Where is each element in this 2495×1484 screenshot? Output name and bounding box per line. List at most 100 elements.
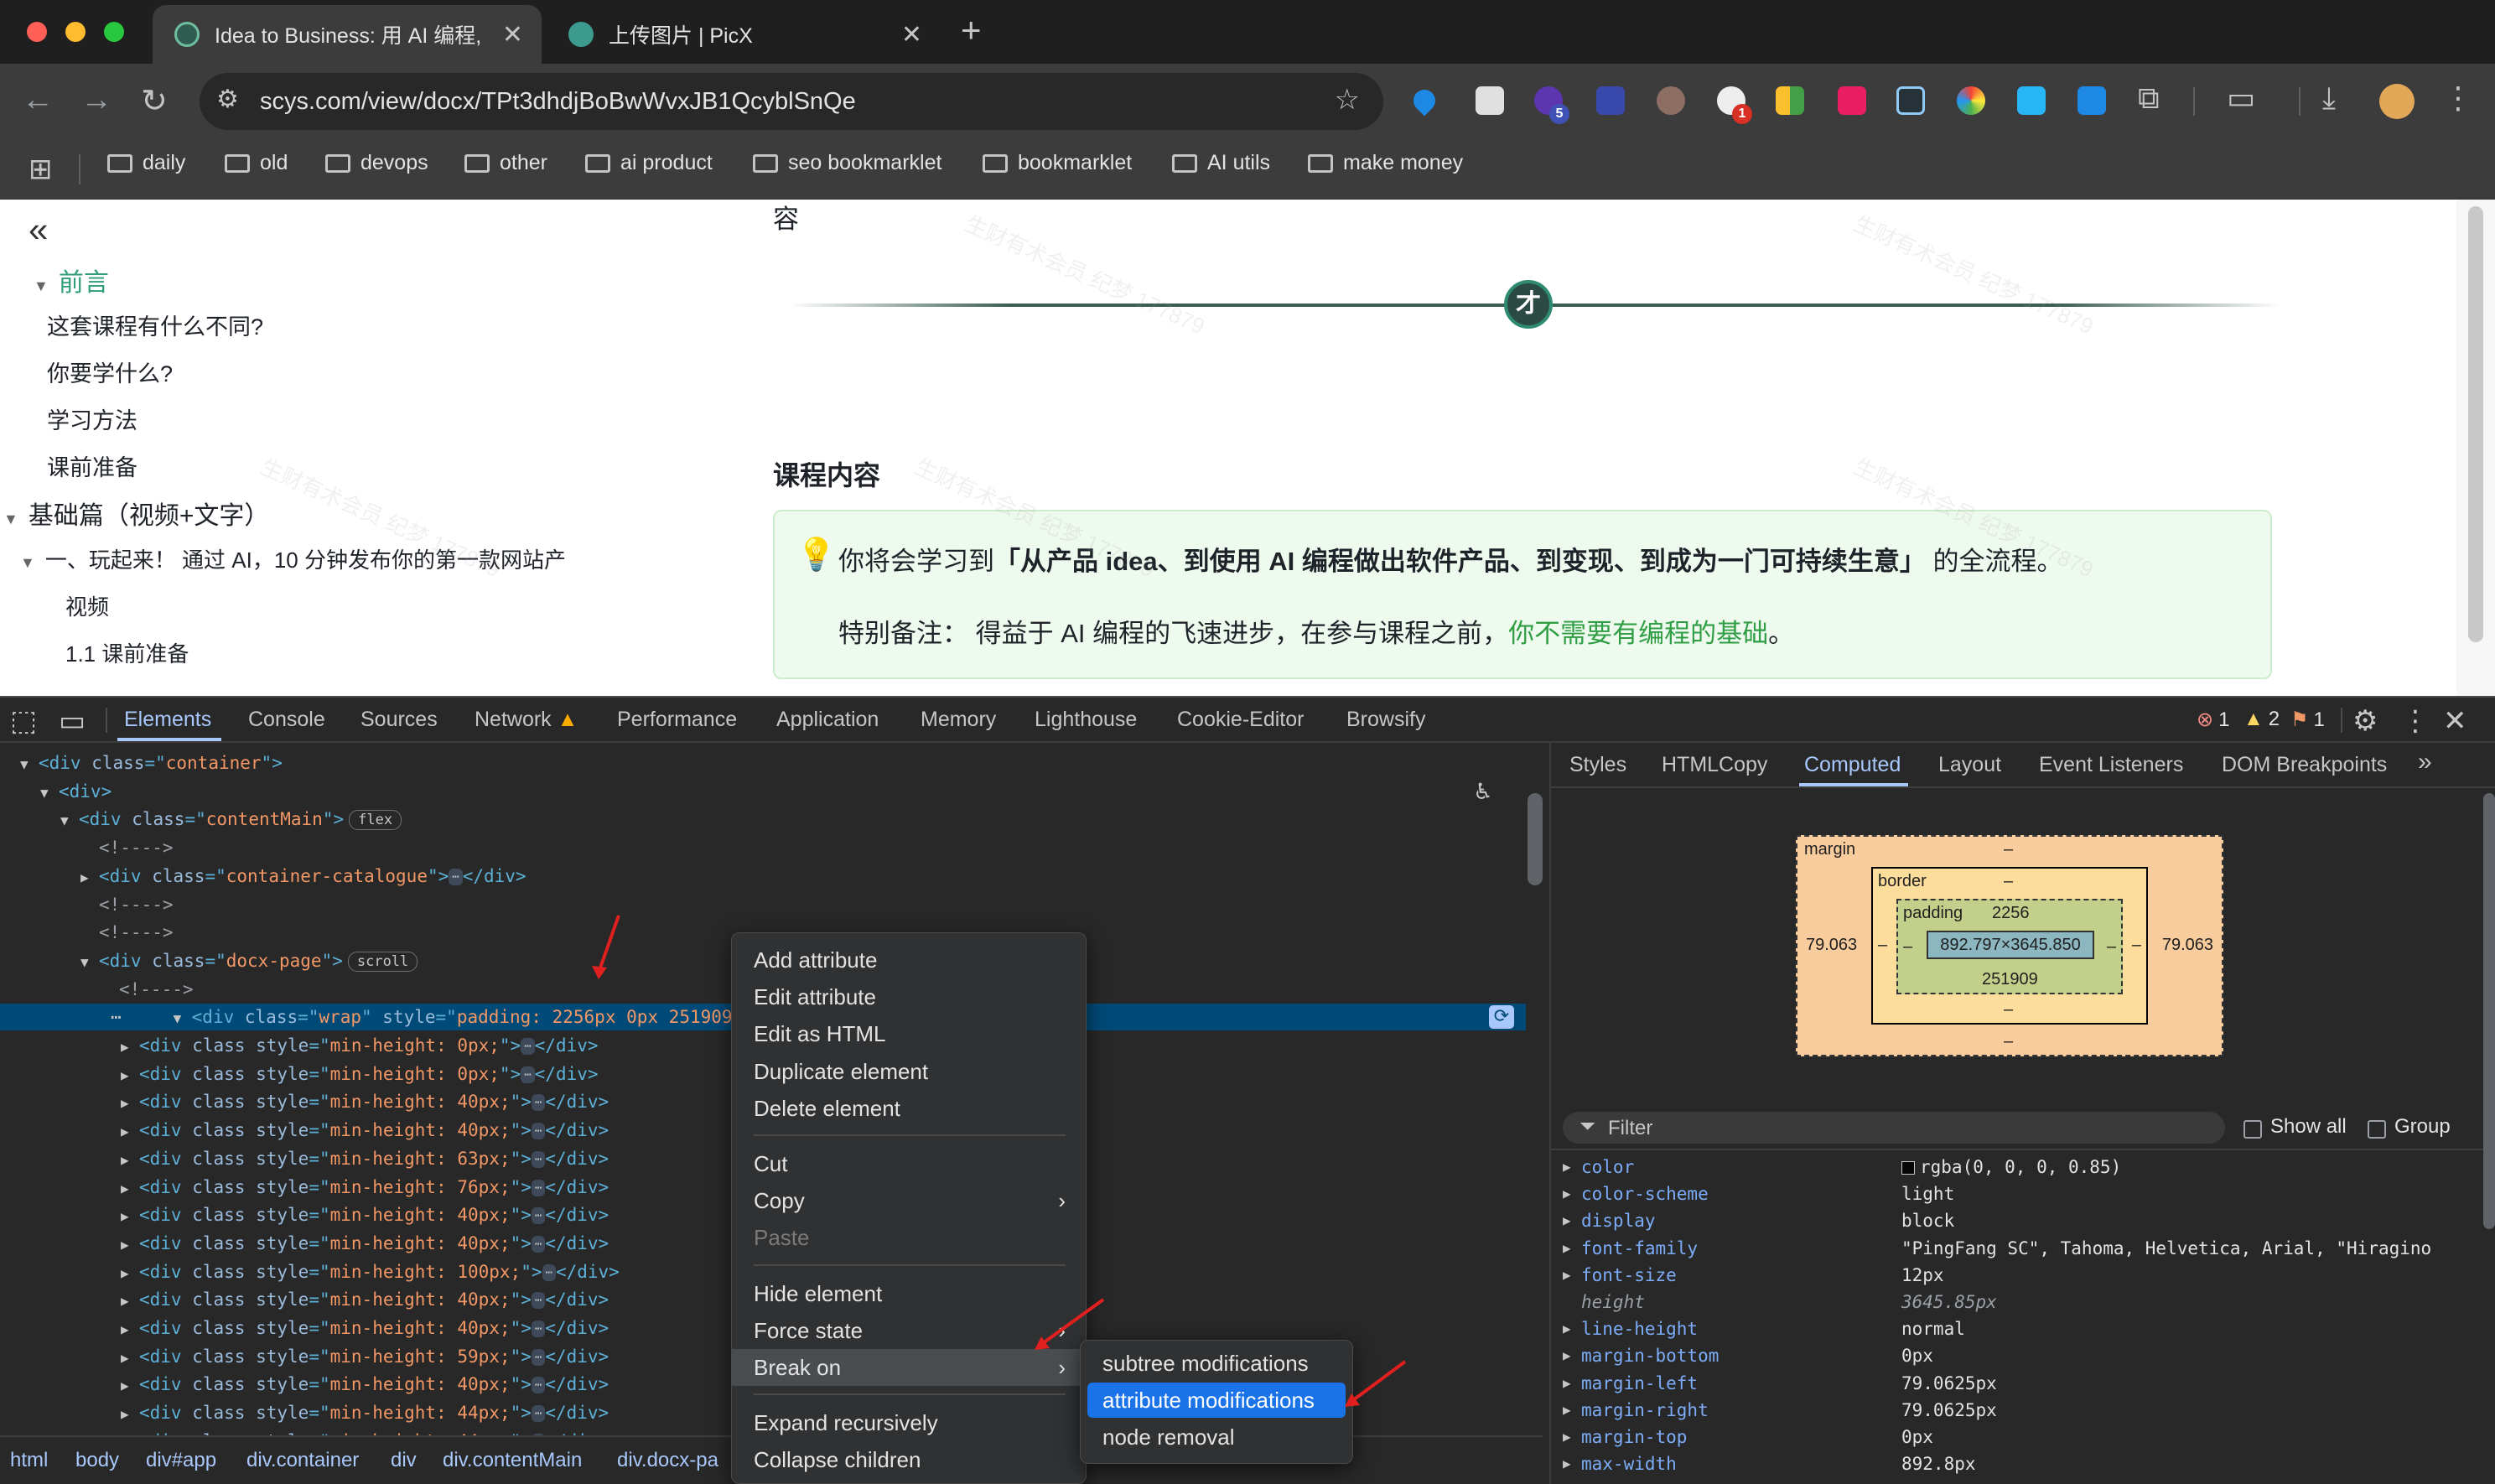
bookmark-folder[interactable]: ai product [585,151,713,175]
collapsed-ellipsis[interactable]: ⋯ [531,1292,546,1310]
tab-cookie-editor[interactable]: Cookie-Editor [1177,708,1304,732]
warning-count[interactable]: ▲ 2 [2243,708,2280,731]
expand-caret-icon[interactable]: ▶ [1563,1397,1571,1424]
dom-node-row[interactable]: ▶<div class style="min-height: 44px;">⋯<… [121,1428,609,1435]
forward-icon[interactable]: → [80,82,112,118]
collapse-caret-icon[interactable]: ▶ [121,1401,139,1428]
reading-list-icon[interactable]: ▭ [2227,80,2255,116]
color-swatch[interactable] [1901,1161,1915,1175]
apps-grid-icon[interactable]: ⊞ [29,153,53,186]
more-dots-icon[interactable]: ⋯ [111,1007,122,1027]
dom-node-row[interactable]: ▼ <div class="container"> [20,750,283,776]
dom-node-row[interactable]: ▶<div class style="min-height: 44px;">⋯<… [121,1399,609,1426]
menu-item[interactable]: Copy › [732,1182,1087,1219]
collapse-caret-icon[interactable]: ▶ [121,1288,139,1315]
menu-item[interactable]: Cut [732,1145,1087,1182]
expand-caret-icon[interactable]: ▶ [1563,1180,1571,1207]
toc-item[interactable]: 1.1 课前准备 [65,637,189,668]
tab-sources[interactable]: Sources [361,708,438,732]
address-bar[interactable]: ⚙ scys.com/view/docx/TPt3dhdjBoBwWvxJB1Q… [200,73,1383,130]
filter-input[interactable]: ⏷ Filter [1563,1112,2225,1144]
tab-memory[interactable]: Memory [921,708,996,732]
menu-kebab-icon[interactable]: ⋮ [2443,80,2473,116]
submenu-item[interactable]: subtree modifications [1087,1346,1346,1381]
toc-item[interactable]: ▼ 基础篇（视频+文字） [3,495,269,532]
toc-item[interactable]: 学习方法 [47,402,137,435]
dom-node-row[interactable]: ▶ <div class style="min-height: 0px;"> ⋯ </… [121,1061,599,1087]
computed-property-row[interactable]: ▶ font-size 12px [1551,1262,2482,1289]
collapsed-ellipsis[interactable]: ⋯ [521,1066,535,1083]
tab-htmlcopy[interactable]: HTMLCopy [1662,753,1767,777]
collapse-caret-icon[interactable]: ▶ [121,1430,139,1435]
tab-console[interactable]: Console [248,708,325,732]
menu-item[interactable]: Collapse children [732,1441,1087,1478]
extension-icon[interactable] [1896,86,1925,115]
close-tab-icon[interactable]: ✕ [502,20,523,49]
reload-icon[interactable]: ↻ [141,82,168,120]
collapsed-ellipsis[interactable]: ⋯ [531,1207,546,1225]
expand-caret-icon[interactable]: ▼ [80,949,99,976]
minimize-window-button[interactable] [65,22,86,42]
toc-item[interactable]: ▼ 前言 [34,262,109,298]
extension-icon[interactable] [2017,86,2046,115]
bookmark-star-icon[interactable]: ☆ [1335,83,1360,117]
computed-property-row[interactable]: ▶ margin-right 79.0625px [1551,1397,2482,1424]
issue-count[interactable]: ⚑ 1 [2290,708,2325,732]
computed-property-row[interactable]: ▶ margin-left 79.0625px [1551,1370,2482,1397]
collapse-caret-icon[interactable]: ▶ [121,1203,139,1230]
tab-dom-breakpoints[interactable]: DOM Breakpoints [2222,753,2387,777]
bookmark-folder[interactable]: other [464,151,547,175]
expand-caret-icon[interactable]: ▶ [1563,1424,1571,1450]
dom-node-row[interactable]: <!----> [99,919,174,946]
toc-item[interactable]: 课前准备 [47,449,137,482]
dom-node-row[interactable]: <!----> [119,976,194,1003]
breadcrumb-item[interactable]: div.container [246,1449,359,1472]
close-tab-icon[interactable]: ✕ [901,20,922,49]
bookmark-folder[interactable]: daily [107,151,185,175]
dom-node-row[interactable]: ▼ <div> [40,778,112,805]
device-toolbar-icon[interactable]: ▭ [59,704,86,738]
breadcrumb-item[interactable]: div.docx-pa [617,1449,718,1472]
download-icon[interactable]: ⤓ [2322,80,2336,117]
toc-item[interactable]: 视频 [65,590,109,621]
url-text[interactable]: scys.com/view/docx/TPt3dhdjBoBwWvxJB1Qcy… [260,88,856,116]
collapse-caret-icon[interactable]: ▶ [121,1090,139,1117]
toc-item[interactable]: 这套课程有什么不同? [47,309,263,341]
dom-node-row[interactable]: <!----> [99,834,174,861]
dom-node-row[interactable]: ▶ <div class style="min-height: 100px;"> ⋯… [121,1258,620,1285]
collapsed-ellipsis[interactable]: ⋯ [531,1321,546,1337]
collapsed-ellipsis[interactable]: ⋯ [531,1377,546,1394]
collapse-caret-icon[interactable]: ▶ [80,864,99,891]
submenu-item[interactable]: node removal [1087,1419,1346,1455]
collapsed-ellipsis[interactable]: ⋯ [531,1150,546,1168]
tab-network[interactable]: Network ▲ [475,708,578,732]
breadcrumb-item[interactable]: body [75,1449,119,1472]
new-tab-icon[interactable]: + [961,10,982,50]
collapsed-ellipsis[interactable]: ⋯ [531,1405,546,1423]
computed-property-row[interactable]: height 3645.85px [1551,1289,2482,1315]
tab-computed[interactable]: Computed [1804,753,1901,777]
settings-gear-icon[interactable]: ⚙ [2352,704,2378,738]
site-info-icon[interactable]: ⚙ [216,85,239,114]
computed-property-row[interactable]: ▶ font-family "PingFang SC", Tahoma, Helve… [1551,1235,2482,1262]
breadcrumb-item[interactable]: html [10,1449,48,1472]
submenu-item[interactable]: attribute modifications [1087,1383,1346,1418]
expand-caret-icon[interactable]: ▼ [60,807,79,834]
collapse-caret-icon[interactable]: ▶ [121,1345,139,1372]
dom-node-row[interactable]: ▶ <div class style="min-height: 40px;"> ⋯ <… [121,1315,609,1341]
group-checkbox[interactable] [2368,1120,2386,1139]
extension-icon[interactable] [1476,86,1504,115]
menu-item[interactable]: Delete element [732,1090,1087,1127]
collapse-caret-icon[interactable]: ▶ [121,1118,139,1145]
collapse-caret-icon[interactable]: ▶ [121,1062,139,1089]
computed-property-row[interactable]: ▶ color-scheme light [1551,1180,2482,1207]
dom-node-row[interactable]: ▶ <div class style="min-height: 76px;"> ⋯ <… [121,1174,609,1201]
inspect-element-icon[interactable]: ⬚ [10,704,37,738]
dom-node-row[interactable]: ▼ <div class="contentMain"> flex [60,806,402,833]
dom-node-row[interactable]: ▶ <div class style="min-height: 63px;"> ⋯ <… [121,1145,609,1172]
expand-caret-icon[interactable]: ▶ [1563,1207,1571,1234]
menu-item[interactable]: Edit as HTML [732,1015,1087,1052]
toc-item[interactable]: ▼ 一、玩起来！ 通过 AI，10 分钟发布你的第一款网站产 [20,543,566,574]
bookmark-folder[interactable]: devops [325,151,428,175]
more-tabs-chevron-icon[interactable]: » [2418,748,2432,776]
